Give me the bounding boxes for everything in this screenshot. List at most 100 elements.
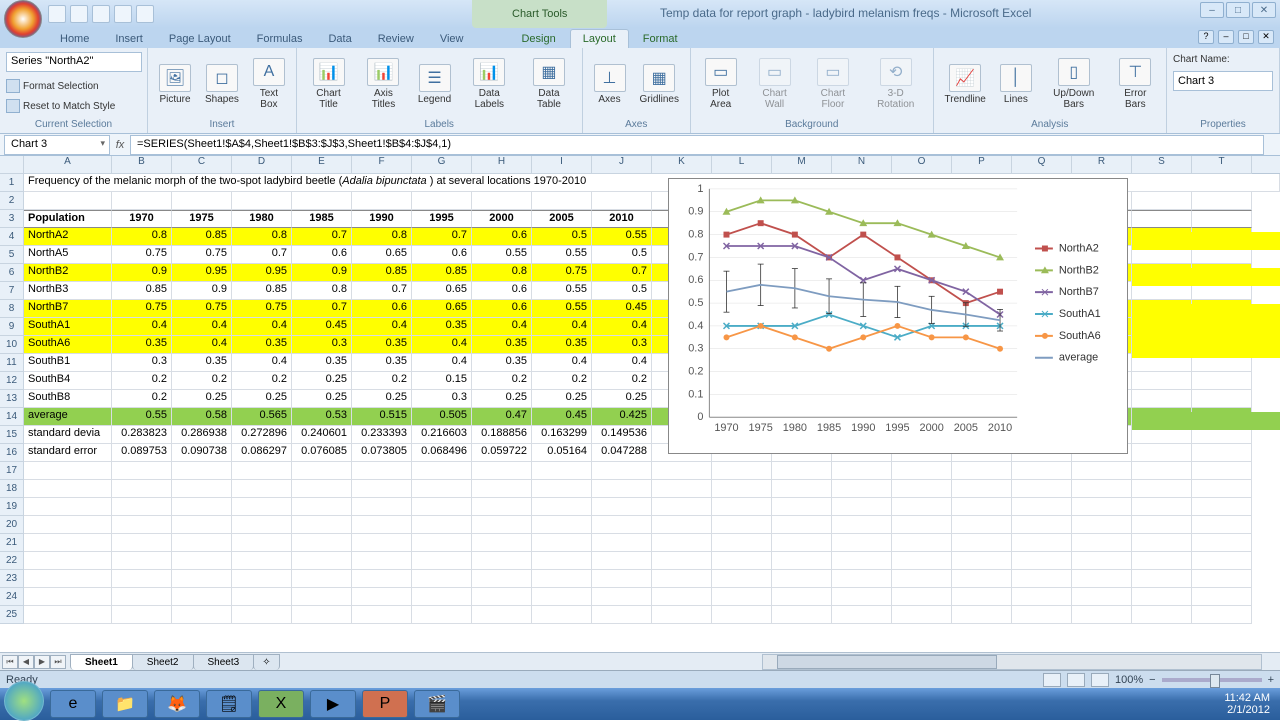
- maximize-button[interactable]: □: [1226, 2, 1250, 18]
- row-header[interactable]: 3: [0, 210, 24, 228]
- cell[interactable]: 0.35: [292, 354, 352, 372]
- cell[interactable]: 0.75: [172, 300, 232, 318]
- tab-view[interactable]: View: [428, 30, 476, 48]
- data-table-button[interactable]: ▦Data Table: [522, 55, 575, 113]
- cell[interactable]: [292, 192, 352, 210]
- cell[interactable]: 0.4: [472, 318, 532, 336]
- cell[interactable]: [112, 588, 172, 606]
- sheet-tab-new[interactable]: ✧: [253, 654, 279, 670]
- row-header[interactable]: 22: [0, 552, 24, 570]
- cell[interactable]: [952, 552, 1012, 570]
- cell[interactable]: [772, 570, 832, 588]
- cell[interactable]: [292, 498, 352, 516]
- cell[interactable]: [712, 498, 772, 516]
- cell[interactable]: [472, 606, 532, 624]
- row-header[interactable]: 8: [0, 300, 24, 318]
- cell[interactable]: [1132, 390, 1192, 408]
- cell[interactable]: 0.8: [472, 264, 532, 282]
- cell[interactable]: [1012, 606, 1072, 624]
- cell[interactable]: [24, 516, 112, 534]
- cell[interactable]: 0.283823: [112, 426, 172, 444]
- cell[interactable]: 0.233393: [352, 426, 412, 444]
- cell[interactable]: [832, 462, 892, 480]
- zoom-slider[interactable]: [1162, 678, 1262, 682]
- row-header[interactable]: 18: [0, 480, 24, 498]
- cell[interactable]: [1192, 498, 1252, 516]
- cell[interactable]: [1072, 462, 1132, 480]
- cell[interactable]: 0.188856: [472, 426, 532, 444]
- cell[interactable]: [712, 570, 772, 588]
- cell[interactable]: [1132, 552, 1192, 570]
- cell[interactable]: average: [24, 408, 112, 426]
- cell[interactable]: 1995: [412, 210, 472, 228]
- sheet-tab-3[interactable]: Sheet3: [193, 654, 255, 670]
- cell[interactable]: [952, 480, 1012, 498]
- taskbar-movie-icon[interactable]: 🎬: [414, 690, 460, 718]
- cell[interactable]: [712, 534, 772, 552]
- cell[interactable]: 0.35: [472, 354, 532, 372]
- qat-new-icon[interactable]: [48, 5, 66, 23]
- cell[interactable]: [1132, 444, 1192, 462]
- cell[interactable]: 0.6: [472, 300, 532, 318]
- cell[interactable]: 0.85: [112, 282, 172, 300]
- cell[interactable]: [1072, 534, 1132, 552]
- cell[interactable]: [112, 480, 172, 498]
- cell[interactable]: Population: [24, 210, 112, 228]
- cell[interactable]: 0.85: [172, 228, 232, 246]
- cell[interactable]: [24, 588, 112, 606]
- cell[interactable]: [24, 462, 112, 480]
- cell[interactable]: 0.55: [112, 408, 172, 426]
- cell[interactable]: [1012, 588, 1072, 606]
- cell[interactable]: 0.3: [292, 336, 352, 354]
- column-header[interactable]: L: [712, 156, 772, 174]
- tab-insert[interactable]: Insert: [103, 30, 155, 48]
- cell[interactable]: 0.076085: [292, 444, 352, 462]
- select-all-corner[interactable]: [0, 156, 24, 174]
- cell[interactable]: [1192, 570, 1252, 588]
- cell[interactable]: [652, 570, 712, 588]
- cell[interactable]: [232, 480, 292, 498]
- cell[interactable]: [172, 480, 232, 498]
- cell[interactable]: [532, 192, 592, 210]
- cell[interactable]: 0.35: [232, 336, 292, 354]
- cell[interactable]: [892, 516, 952, 534]
- cell[interactable]: [112, 570, 172, 588]
- cell[interactable]: [412, 606, 472, 624]
- cell[interactable]: [532, 552, 592, 570]
- cell[interactable]: [412, 192, 472, 210]
- cell[interactable]: [952, 570, 1012, 588]
- cell[interactable]: 0.7: [232, 246, 292, 264]
- cell[interactable]: 0.25: [352, 390, 412, 408]
- chart-floor-button[interactable]: ▭Chart Floor: [805, 55, 861, 113]
- cell[interactable]: [232, 552, 292, 570]
- cell[interactable]: 0.25: [532, 390, 592, 408]
- cell[interactable]: [232, 498, 292, 516]
- cell[interactable]: 0.3: [592, 336, 652, 354]
- cell[interactable]: NorthA5: [24, 246, 112, 264]
- cell[interactable]: 0.25: [592, 390, 652, 408]
- cell[interactable]: [472, 588, 532, 606]
- shapes-button[interactable]: ◻Shapes: [200, 61, 244, 108]
- cell[interactable]: [352, 498, 412, 516]
- cell[interactable]: [24, 498, 112, 516]
- cell[interactable]: 2010: [592, 210, 652, 228]
- cell[interactable]: 0.8: [112, 228, 172, 246]
- taskbar-firefox-icon[interactable]: 🦊: [154, 690, 200, 718]
- chart-title-button[interactable]: 📊Chart Title: [303, 55, 354, 113]
- tab-data[interactable]: Data: [316, 30, 363, 48]
- cell[interactable]: [1072, 570, 1132, 588]
- minimize-ribbon-icon[interactable]: –: [1218, 30, 1234, 44]
- cell[interactable]: 0.53: [292, 408, 352, 426]
- cell[interactable]: 0.2: [172, 372, 232, 390]
- cell[interactable]: [172, 588, 232, 606]
- cell[interactable]: [112, 606, 172, 624]
- cell[interactable]: 0.2: [232, 372, 292, 390]
- cell[interactable]: [892, 606, 952, 624]
- cell[interactable]: [1192, 552, 1252, 570]
- view-normal-icon[interactable]: [1043, 673, 1061, 687]
- cell[interactable]: [952, 516, 1012, 534]
- legend-button[interactable]: ☰Legend: [413, 61, 456, 108]
- cell[interactable]: [832, 516, 892, 534]
- cell[interactable]: [592, 498, 652, 516]
- row-header[interactable]: 1: [0, 174, 24, 192]
